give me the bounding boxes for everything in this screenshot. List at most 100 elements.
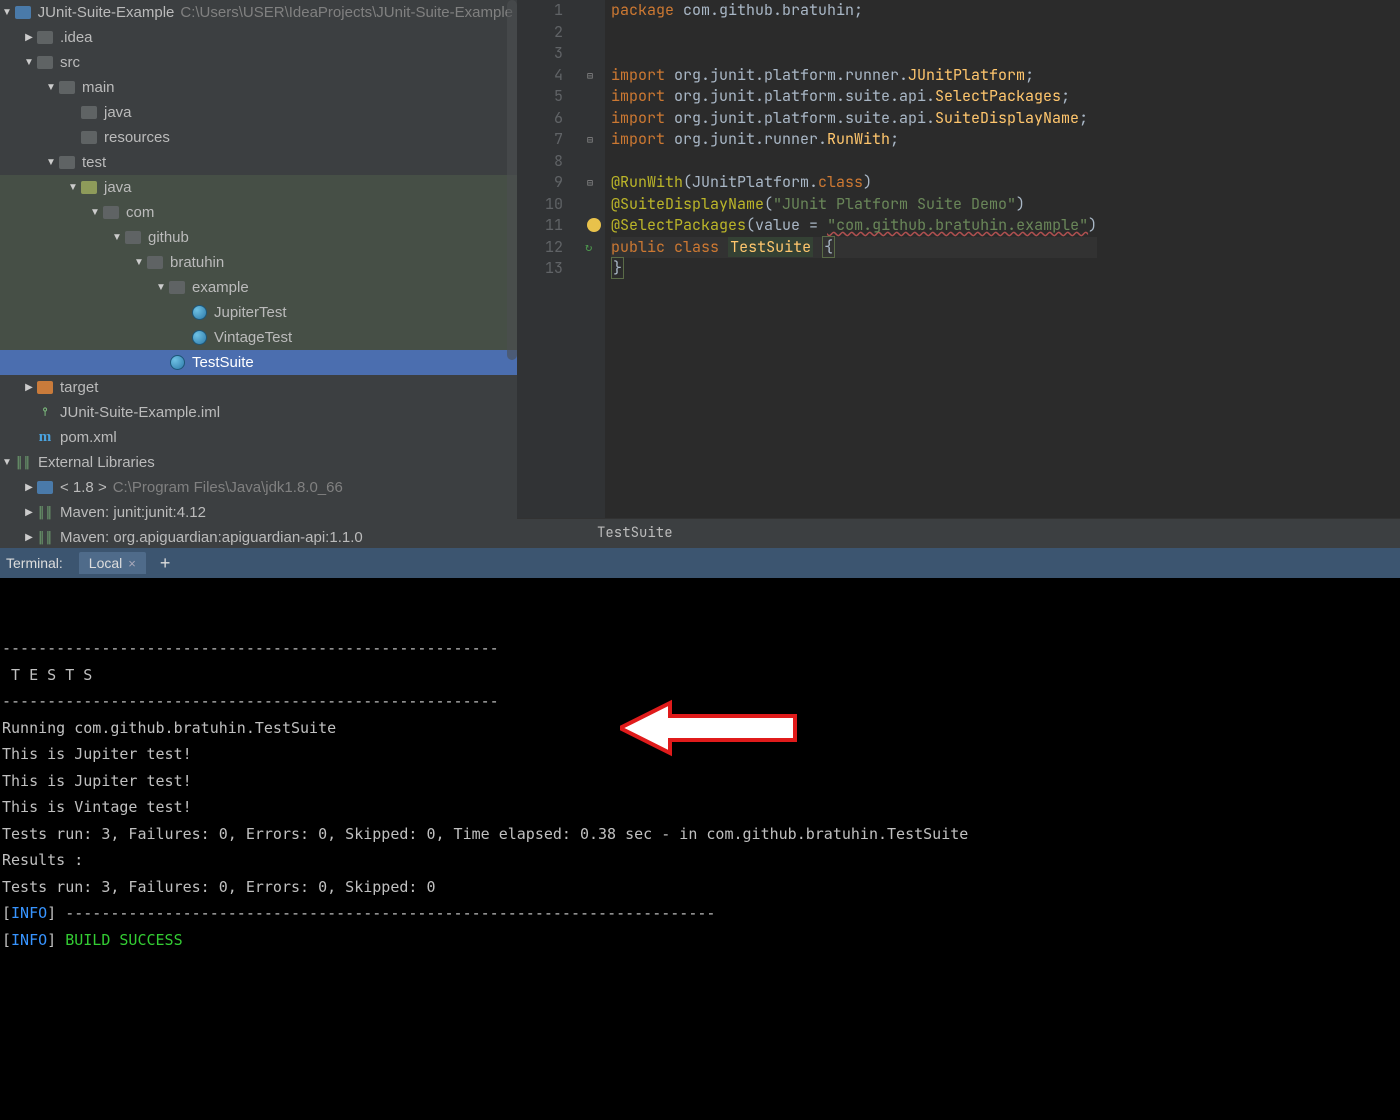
editor-gutter-icons: ⊟ ⊟ ⊟ ↻ bbox=[585, 0, 605, 548]
library-icon: ║║ bbox=[36, 504, 54, 522]
line-number: 8 bbox=[517, 151, 585, 173]
tree-label: Maven: org.apiguardian:apiguardian-api:1… bbox=[60, 529, 363, 546]
line-number: 3 bbox=[517, 43, 585, 65]
fold-icon[interactable]: ⊟ bbox=[587, 65, 593, 87]
folder-icon bbox=[80, 179, 98, 197]
expand-arrow-icon[interactable]: ▶ bbox=[22, 532, 36, 543]
tree-row-jdk[interactable]: ▶< 1.8 >C:\Program Files\Java\jdk1.8.0_6… bbox=[0, 475, 517, 500]
folder-icon bbox=[80, 129, 98, 147]
tree-label: JupiterTest bbox=[214, 304, 287, 321]
tree-row-github[interactable]: ▼github bbox=[0, 225, 517, 250]
code-line[interactable]: import org.junit.runner.RunWith; bbox=[611, 129, 1097, 151]
run-gutter-icon[interactable]: ↻ bbox=[585, 237, 592, 259]
tree-scrollbar[interactable] bbox=[507, 0, 517, 360]
project-tree[interactable]: ▼JUnit-Suite-ExampleC:\Users\USER\IdeaPr… bbox=[0, 0, 517, 548]
tree-row-extlib[interactable]: ▼║║External Libraries bbox=[0, 450, 517, 475]
terminal-line: [INFO] ---------------------------------… bbox=[2, 900, 1398, 927]
code-editor[interactable]: 12345678910111213 ⊟⊟⊟↻ package com.githu… bbox=[517, 0, 1400, 548]
terminal-line: Running com.github.bratuhin.TestSuite bbox=[2, 715, 1398, 742]
tree-label: com bbox=[126, 204, 154, 221]
expand-arrow-icon[interactable]: ▼ bbox=[44, 157, 58, 168]
expand-arrow-icon[interactable]: ▶ bbox=[22, 482, 36, 493]
tree-row-vintage[interactable]: VintageTest bbox=[0, 325, 517, 350]
terminal-line: This is Vintage test! bbox=[2, 794, 1398, 821]
tree-row-test[interactable]: ▼test bbox=[0, 150, 517, 175]
tree-row-main[interactable]: ▼main bbox=[0, 75, 517, 100]
terminal-output[interactable]: ----------------------------------------… bbox=[0, 578, 1400, 1120]
tree-row-example[interactable]: ▼ example bbox=[0, 275, 517, 300]
code-line[interactable] bbox=[611, 22, 1097, 44]
code-line[interactable] bbox=[611, 43, 1097, 65]
expand-arrow-icon[interactable]: ▼ bbox=[66, 182, 80, 193]
breadcrumb-label[interactable]: TestSuite bbox=[597, 523, 673, 545]
expand-arrow-icon[interactable]: ▼ bbox=[0, 7, 14, 18]
tree-label: resources bbox=[104, 129, 170, 146]
tree-label: bratuhin bbox=[170, 254, 224, 271]
tree-label: JUnit-Suite-Example.iml bbox=[60, 404, 220, 421]
tree-row-bratuhin[interactable]: ▼ bratuhin bbox=[0, 250, 517, 275]
folder-icon bbox=[36, 29, 54, 47]
tree-label: External Libraries bbox=[38, 454, 155, 471]
line-number: 12 bbox=[517, 237, 585, 259]
expand-arrow-icon[interactable]: ▶ bbox=[22, 32, 36, 43]
terminal-tab-local[interactable]: Local × bbox=[79, 552, 146, 574]
tree-row-pom[interactable]: mpom.xml bbox=[0, 425, 517, 450]
tree-row-main-res[interactable]: resources bbox=[0, 125, 517, 150]
tree-row-main-java[interactable]: java bbox=[0, 100, 517, 125]
expand-arrow-icon[interactable]: ▼ bbox=[110, 232, 124, 243]
code-line[interactable]: } bbox=[611, 258, 1097, 280]
expand-arrow-icon[interactable]: ▼ bbox=[44, 82, 58, 93]
code-line[interactable]: @SuiteDisplayName("JUnit Platform Suite … bbox=[611, 194, 1097, 216]
close-icon[interactable]: × bbox=[128, 556, 136, 571]
tree-row-root[interactable]: ▼JUnit-Suite-ExampleC:\Users\USER\IdeaPr… bbox=[0, 0, 517, 25]
terminal-line: ----------------------------------------… bbox=[2, 635, 1398, 662]
tree-label: java bbox=[104, 104, 132, 121]
expand-arrow-icon[interactable]: ▼ bbox=[22, 57, 36, 68]
tree-row-src[interactable]: ▼src bbox=[0, 50, 517, 75]
tree-row-com[interactable]: ▼ com bbox=[0, 200, 517, 225]
code-line[interactable]: import org.junit.platform.suite.api.Suit… bbox=[611, 108, 1097, 130]
tree-label: example bbox=[192, 279, 249, 296]
fold-icon[interactable]: ⊟ bbox=[587, 172, 593, 194]
editor-code[interactable]: package com.github.bratuhin; import org.j… bbox=[605, 0, 1097, 548]
tree-label: TestSuite bbox=[192, 354, 254, 371]
code-line[interactable]: import org.junit.platform.runner.JUnitPl… bbox=[611, 65, 1097, 87]
code-line[interactable]: public class TestSuite { bbox=[611, 237, 1097, 259]
module-file-icon: ⫯ bbox=[36, 404, 54, 422]
folder-icon bbox=[102, 204, 120, 222]
add-terminal-icon[interactable]: + bbox=[160, 553, 171, 574]
fold-icon[interactable]: ⊟ bbox=[587, 129, 593, 151]
tree-row-testsuite[interactable]: TestSuite bbox=[0, 350, 517, 375]
terminal-line: Tests run: 3, Failures: 0, Errors: 0, Sk… bbox=[2, 874, 1398, 901]
terminal-line: Results : bbox=[2, 847, 1398, 874]
line-number: 10 bbox=[517, 194, 585, 216]
folder-icon bbox=[36, 379, 54, 397]
expand-arrow-icon[interactable]: ▼ bbox=[0, 457, 14, 468]
code-line[interactable] bbox=[611, 151, 1097, 173]
intention-bulb-icon[interactable] bbox=[587, 218, 601, 232]
expand-arrow-icon[interactable]: ▼ bbox=[154, 282, 168, 293]
expand-arrow-icon[interactable]: ▶ bbox=[22, 507, 36, 518]
tree-row-jupiter[interactable]: JupiterTest bbox=[0, 300, 517, 325]
tree-label: java bbox=[104, 179, 132, 196]
tree-row-idea[interactable]: ▶.idea bbox=[0, 25, 517, 50]
editor-gutter: 12345678910111213 bbox=[517, 0, 585, 548]
tree-row-target[interactable]: ▶target bbox=[0, 375, 517, 400]
tree-row-mvn-junit[interactable]: ▶║║Maven: junit:junit:4.12 bbox=[0, 500, 517, 525]
expand-arrow-icon[interactable]: ▼ bbox=[132, 257, 146, 268]
expand-arrow-icon[interactable]: ▶ bbox=[22, 382, 36, 393]
tree-row-iml[interactable]: ⫯ JUnit-Suite-Example.iml bbox=[0, 400, 517, 425]
code-line[interactable]: @SelectPackages(value = "com.github.brat… bbox=[611, 215, 1097, 237]
breadcrumb[interactable]: TestSuite bbox=[517, 518, 1400, 548]
expand-arrow-icon[interactable]: ▼ bbox=[88, 207, 102, 218]
code-line[interactable]: package com.github.bratuhin; bbox=[611, 0, 1097, 22]
tree-row-mvn-apig[interactable]: ▶║║Maven: org.apiguardian:apiguardian-ap… bbox=[0, 525, 517, 548]
folder-icon bbox=[36, 479, 54, 497]
terminal-line: T E S T S bbox=[2, 662, 1398, 689]
tree-label: pom.xml bbox=[60, 429, 117, 446]
tree-row-test-java[interactable]: ▼ java bbox=[0, 175, 517, 200]
tree-sublabel: C:\Users\USER\IdeaProjects\JUnit-Suite-E… bbox=[180, 4, 513, 21]
terminal-tabbar[interactable]: Terminal: Local × + bbox=[0, 548, 1400, 578]
code-line[interactable]: import org.junit.platform.suite.api.Sele… bbox=[611, 86, 1097, 108]
code-line[interactable]: @RunWith(JUnitPlatform.class) bbox=[611, 172, 1097, 194]
